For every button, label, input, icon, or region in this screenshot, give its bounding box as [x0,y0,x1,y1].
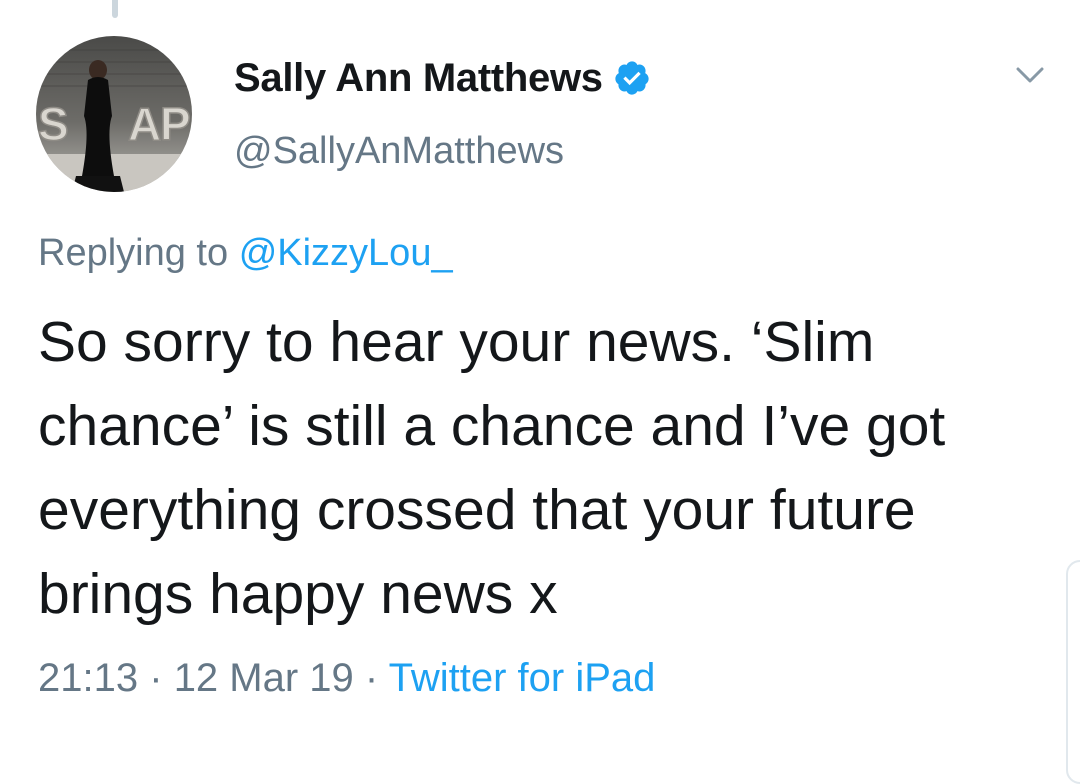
author-name-row[interactable]: Sally Ann Matthews [234,52,651,104]
meta-separator: · [364,656,379,700]
svg-text:A: A [128,98,161,150]
replying-to-label: Replying to [38,232,229,274]
author-handle[interactable]: @SallyAnMatthews [234,130,564,173]
meta-separator: · [149,656,163,700]
verified-badge-icon [615,61,649,95]
tweet-source-link[interactable]: Twitter for iPad [389,656,656,700]
svg-text:P: P [160,98,191,150]
chevron-down-icon[interactable] [1010,60,1050,90]
replying-to-line: Replying to @KizzyLou_ [38,232,453,275]
reply-mention-link[interactable]: @KizzyLou_ [239,232,453,274]
avatar-photo: S A P [36,36,192,192]
svg-text:S: S [38,98,69,150]
tweet-metadata: 21:13 · 12 Mar 19 · Twitter for iPad [38,656,655,701]
tweet-date[interactable]: 12 Mar 19 [174,656,354,700]
tweet-text: So sorry to hear your news. ‘Slim chance… [38,310,946,626]
author-display-name[interactable]: Sally Ann Matthews [234,56,603,101]
tweet-time[interactable]: 21:13 [38,656,138,700]
thread-connector-line [112,0,118,18]
overlay-card-edge [1066,560,1080,784]
avatar[interactable]: S A P [36,36,192,192]
